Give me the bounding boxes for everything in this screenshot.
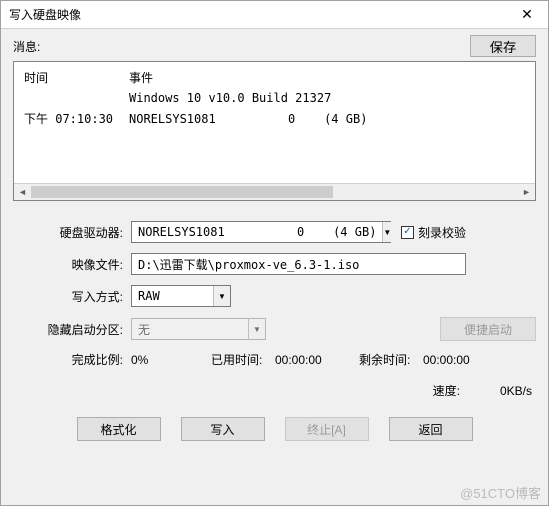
drive-select[interactable]: NORELSYS1081 0 (4 GB) ▼ — [131, 221, 391, 243]
close-button[interactable]: ✕ — [506, 1, 548, 28]
remain-value: 00:00:00 — [423, 353, 470, 367]
hidden-select: 无 ▼ — [131, 318, 266, 340]
save-button[interactable]: 保存 — [470, 35, 536, 57]
drive-value: NORELSYS1081 0 (4 GB) — [132, 225, 382, 239]
image-row: 映像文件: D:\迅雷下载\proxmox-ve_6.3-1.iso — [13, 253, 536, 275]
stats-row: 完成比例: 0% 已用时间: 00:00:00 剩余时间: 00:00:00 — [13, 351, 536, 368]
chevron-down-icon: ▼ — [248, 319, 265, 339]
image-label: 映像文件: — [13, 256, 131, 273]
watermark: @51CTO博客 — [460, 483, 541, 502]
titlebar: 写入硬盘映像 ✕ — [1, 1, 548, 29]
hidden-label: 隐藏启动分区: — [13, 321, 131, 338]
checkbox-checked-icon: ✓ — [401, 226, 414, 239]
log-time — [24, 88, 129, 108]
hidden-value: 无 — [132, 321, 248, 338]
log-event: NORELSYS1081 0 (4 GB) — [129, 109, 525, 129]
drive-label: 硬盘驱动器: — [13, 224, 131, 241]
mode-select[interactable]: RAW ▼ — [131, 285, 231, 307]
verify-label: 刻录校验 — [418, 224, 466, 241]
write-button[interactable]: 写入 — [181, 417, 265, 441]
scroll-track[interactable] — [31, 184, 518, 200]
scroll-right-icon[interactable]: ► — [518, 184, 535, 200]
boot-button: 便捷启动 — [440, 317, 536, 341]
verify-checkbox[interactable]: ✓ 刻录校验 — [401, 224, 466, 241]
scroll-thumb[interactable] — [31, 186, 333, 198]
info-label: 消息: — [13, 38, 40, 55]
scroll-left-icon[interactable]: ◄ — [14, 184, 31, 200]
log-row: Windows 10 v10.0 Build 21327 — [24, 88, 525, 108]
log-row: 下午 07:10:30 NORELSYS1081 0 (4 GB) — [24, 109, 525, 129]
form-area: 硬盘驱动器: NORELSYS1081 0 (4 GB) ▼ ✓ 刻录校验 映像… — [13, 221, 536, 441]
log-event: Windows 10 v10.0 Build 21327 — [129, 88, 525, 108]
dialog-window: 写入硬盘映像 ✕ 消息: 保存 时间 事件 Windows 10 v10.0 B… — [0, 0, 549, 506]
hidden-row: 隐藏启动分区: 无 ▼ 便捷启动 — [13, 317, 536, 341]
close-icon: ✕ — [521, 6, 533, 23]
log-col-event-header: 事件 — [129, 68, 525, 88]
log-box: 时间 事件 Windows 10 v10.0 Build 21327 下午 07… — [13, 61, 536, 201]
log-header: 时间 事件 — [24, 68, 525, 88]
format-button[interactable]: 格式化 — [77, 417, 161, 441]
content-area: 消息: 保存 时间 事件 Windows 10 v10.0 Build 2132… — [1, 29, 548, 505]
mode-label: 写入方式: — [13, 288, 131, 305]
image-path-field[interactable]: D:\迅雷下载\proxmox-ve_6.3-1.iso — [131, 253, 466, 275]
mode-value: RAW — [132, 289, 213, 303]
chevron-down-icon: ▼ — [213, 286, 230, 306]
elapsed-label: 已用时间: — [211, 351, 275, 368]
mode-row: 写入方式: RAW ▼ — [13, 285, 536, 307]
progress-value: 0% — [131, 353, 211, 367]
back-button[interactable]: 返回 — [389, 417, 473, 441]
elapsed-value: 00:00:00 — [275, 353, 359, 367]
log-inner: 时间 事件 Windows 10 v10.0 Build 21327 下午 07… — [14, 62, 535, 135]
speed-label: 速度: — [433, 382, 460, 399]
bottom-button-bar: 格式化 写入 终止[A] 返回 — [13, 417, 536, 441]
log-col-time-header: 时间 — [24, 68, 129, 88]
horizontal-scrollbar[interactable]: ◄ ► — [14, 183, 535, 200]
window-title: 写入硬盘映像 — [9, 6, 81, 23]
info-row: 消息: 保存 — [13, 35, 536, 57]
chevron-down-icon: ▼ — [382, 222, 391, 242]
log-time: 下午 07:10:30 — [24, 109, 129, 129]
speed-row: 速度: 0KB/s — [13, 382, 536, 399]
progress-label: 完成比例: — [13, 351, 131, 368]
abort-button: 终止[A] — [285, 417, 369, 441]
drive-row: 硬盘驱动器: NORELSYS1081 0 (4 GB) ▼ ✓ 刻录校验 — [13, 221, 536, 243]
speed-value: 0KB/s — [500, 384, 532, 398]
image-path-value: D:\迅雷下载\proxmox-ve_6.3-1.iso — [138, 256, 359, 273]
remain-label: 剩余时间: — [359, 351, 423, 368]
